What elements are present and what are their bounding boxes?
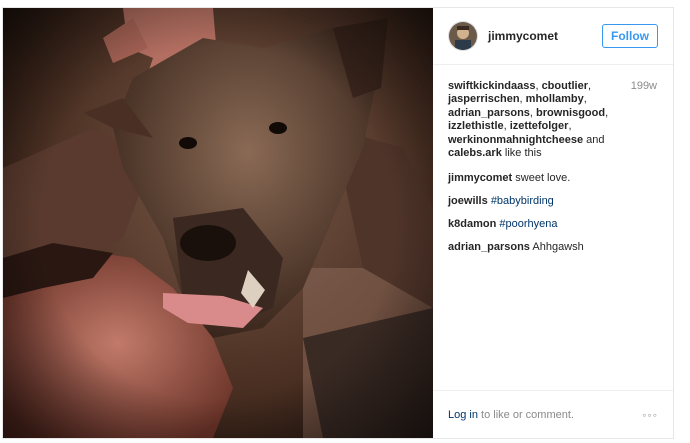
post-author-username[interactable]: jimmycomet xyxy=(488,29,602,43)
like-user[interactable]: izettefolger xyxy=(510,120,569,132)
comment-user[interactable]: adrian_parsons xyxy=(448,241,530,253)
login-link[interactable]: Log in xyxy=(448,409,478,421)
like-user[interactable]: swiftkickindaass xyxy=(448,80,535,92)
login-prompt-text: to like or comment. xyxy=(481,408,574,421)
likes-list: swiftkickindaass, cboutlier, jasperrisch… xyxy=(448,80,609,160)
login-prompt: Log in to like or comment. xyxy=(448,409,642,421)
post-header: jimmycomet Follow xyxy=(433,8,673,65)
avatar[interactable] xyxy=(448,21,478,51)
comment-user[interactable]: k8damon xyxy=(448,218,496,230)
like-user[interactable]: calebs.ark xyxy=(448,147,502,159)
comment-hashtag[interactable]: #poorhyena xyxy=(499,218,557,230)
comment-hashtag[interactable]: #babybirding xyxy=(491,195,554,207)
comment-text: sweet love. xyxy=(515,172,571,184)
likes-suffix-text: like this xyxy=(504,147,542,160)
like-user[interactable]: jasperrischen xyxy=(448,93,520,105)
photo-image xyxy=(3,8,433,438)
comment: k8damon #poorhyena xyxy=(448,218,661,231)
comment-user[interactable]: jimmycomet xyxy=(448,172,512,184)
comment: jimmycomet sweet love. xyxy=(448,172,661,185)
comment: joewills #babybirding xyxy=(448,195,661,208)
like-user[interactable]: adrian_parsons xyxy=(448,107,530,119)
avatar-image xyxy=(449,22,477,50)
more-options-icon[interactable]: ◦◦◦ xyxy=(642,408,658,422)
post-card: jimmycomet Follow swiftkickindaass, cbou… xyxy=(2,7,674,439)
like-user[interactable]: cboutlier xyxy=(542,80,588,92)
like-user[interactable]: brownisgood xyxy=(536,107,605,119)
post-footer: Log in to like or comment. ◦◦◦ xyxy=(433,390,673,438)
like-user[interactable]: mhollamby xyxy=(526,93,584,105)
follow-button[interactable]: Follow xyxy=(602,24,658,48)
comments-list: jimmycomet sweet love. joewills #babybir… xyxy=(448,172,661,264)
likes-and-text: and xyxy=(586,133,605,146)
post-age[interactable]: 199w xyxy=(631,80,657,92)
like-user[interactable]: werkinonmahnightcheese xyxy=(448,134,583,146)
post-photo[interactable] xyxy=(3,8,433,438)
comment-text: Ahhgawsh xyxy=(532,241,584,253)
comment: adrian_parsons Ahhgawsh xyxy=(448,241,661,254)
comment-user[interactable]: joewills xyxy=(448,195,488,207)
like-user[interactable]: izzlethistle xyxy=(448,120,504,132)
post-sidebar: jimmycomet Follow swiftkickindaass, cbou… xyxy=(433,8,673,438)
